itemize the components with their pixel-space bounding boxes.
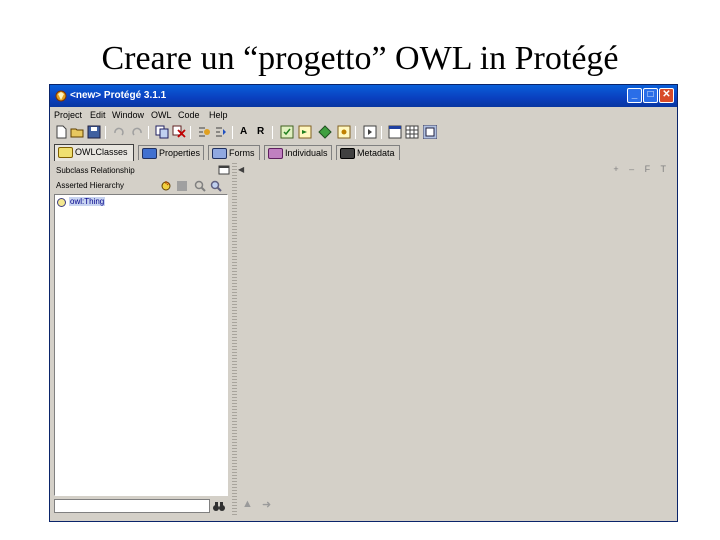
undo-icon[interactable] [112, 125, 126, 139]
class-editor-panel: ◀ + – F T ▲ ➜ [238, 163, 674, 517]
menu-window[interactable]: Window [112, 110, 144, 120]
properties-icon [142, 148, 157, 159]
copy-icon[interactable] [155, 125, 169, 139]
toolbar-r-button[interactable]: R [257, 126, 264, 137]
menu-bar: Project Edit Window OWL Code Help [50, 107, 677, 123]
class-editor-body [240, 177, 672, 495]
bookmark-icon[interactable] [214, 125, 228, 139]
window-icon[interactable] [388, 125, 402, 139]
class-search-input[interactable] [54, 499, 210, 513]
menu-project[interactable]: Project [54, 110, 82, 120]
tab-metadata[interactable]: Metadata [336, 145, 400, 160]
owl-classes-icon [58, 147, 73, 158]
subclass-relationship-label: Subclass Relationship [56, 166, 135, 175]
minimize-button[interactable]: _ [627, 88, 642, 103]
window-title: <new> Protégé 3.1.1 [70, 90, 167, 101]
find-usage-icon[interactable] [194, 180, 206, 192]
tab-owlclasses[interactable]: OWLClasses [54, 144, 134, 161]
class-hierarchy-tree[interactable]: owl:Thing [54, 194, 228, 496]
binoculars-icon[interactable] [212, 499, 226, 513]
tree-item-label: owl:Thing [69, 197, 106, 206]
insert-icon[interactable] [197, 125, 211, 139]
table-icon[interactable] [405, 125, 419, 139]
new-project-icon[interactable] [54, 125, 68, 139]
menu-owl[interactable]: OWL [151, 110, 172, 120]
tab-forms[interactable]: Forms [208, 145, 260, 160]
panel-menu-icon[interactable] [218, 164, 230, 176]
metadata-icon [340, 148, 355, 159]
class-icon [57, 198, 66, 207]
tab-individuals[interactable]: Individuals [264, 145, 332, 160]
open-project-icon[interactable] [70, 125, 84, 139]
redo-icon[interactable] [130, 125, 144, 139]
window-title-bar[interactable]: <new> Protégé 3.1.1 _ □ ✕ [50, 85, 677, 107]
close-button[interactable]: ✕ [659, 88, 674, 103]
compute-types-icon[interactable] [318, 125, 332, 139]
tab-label: OWLClasses [75, 147, 128, 157]
delete-icon[interactable] [172, 125, 186, 139]
slide-title: Creare un “progetto” OWL in Protégé [101, 40, 619, 77]
split-pane-divider[interactable] [232, 163, 237, 517]
test-icon[interactable] [337, 125, 351, 139]
menu-edit[interactable]: Edit [90, 110, 106, 120]
toolbar-a-button[interactable]: A [240, 126, 247, 137]
tab-label: Individuals [285, 148, 328, 158]
search-icon[interactable] [210, 180, 222, 192]
maximize-button[interactable]: □ [643, 88, 658, 103]
menu-code[interactable]: Code [178, 110, 200, 120]
graph-view-icon[interactable] [423, 125, 437, 139]
tab-strip: OWLClasses Properties Forms Individuals … [50, 144, 677, 161]
forms-icon [212, 148, 227, 159]
check-consistency-icon[interactable] [280, 125, 294, 139]
main-toolbar: A R [50, 123, 677, 143]
save-project-icon[interactable] [87, 125, 101, 139]
classify-icon[interactable] [298, 125, 312, 139]
run-icon[interactable] [363, 125, 377, 139]
asserted-hierarchy-label: Asserted Hierarchy [56, 181, 125, 190]
tab-label: Forms [229, 148, 255, 158]
create-sibling-icon[interactable] [176, 180, 188, 192]
individuals-icon [268, 148, 283, 159]
create-subclass-icon[interactable] [160, 180, 172, 192]
tab-properties[interactable]: Properties [138, 145, 204, 160]
protege-app-icon [55, 90, 67, 102]
hierarchy-toolbar: Asserted Hierarchy [54, 179, 232, 193]
menu-help[interactable]: Help [209, 110, 228, 120]
protege-window: <new> Protégé 3.1.1 _ □ ✕ Project Edit W… [49, 84, 678, 522]
tab-label: Properties [159, 148, 201, 158]
panel-footer [54, 498, 228, 514]
class-browser-panel: Subclass Relationship Asserted Hierarchy… [54, 163, 232, 517]
editor-actions[interactable]: + – F T [613, 164, 670, 174]
arrow-right-icon[interactable]: ➜ [262, 498, 271, 511]
collapse-arrow-icon[interactable]: ◀ [238, 165, 244, 174]
tab-label: Metadata [357, 148, 395, 158]
panel-header: Subclass Relationship [54, 163, 232, 177]
triangle-up-icon[interactable]: ▲ [242, 498, 253, 510]
